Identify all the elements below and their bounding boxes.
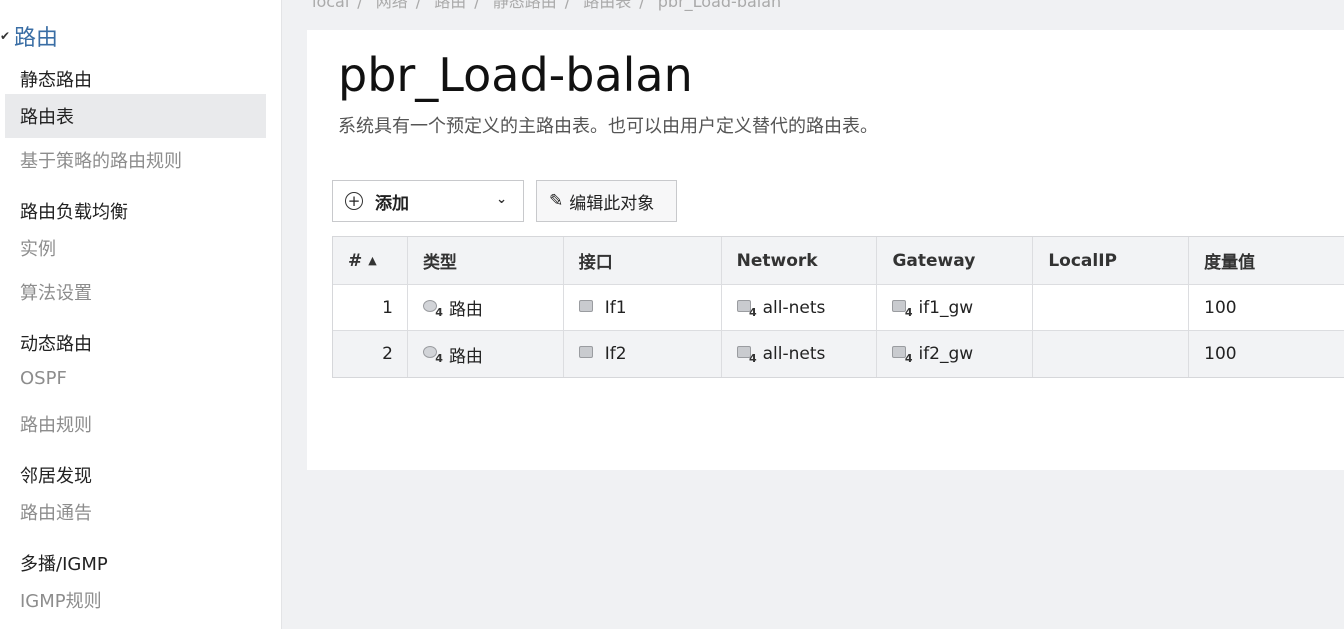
page-description: 系统具有一个预定义的主路由表。也可以由用户定义替代的路由表。 — [338, 116, 878, 137]
row-number: 1 — [333, 285, 408, 330]
row-localip — [1033, 331, 1190, 377]
row-type: 4 路由 — [408, 285, 564, 330]
route-icon: 4 — [422, 344, 445, 365]
add-button[interactable]: + 添加 ⌄ — [332, 180, 524, 222]
row-network: 4 all-nets — [722, 285, 878, 330]
sidebar-group-neighbor-discovery: 邻居发现 — [20, 466, 92, 487]
breadcrumb-separator: / — [357, 0, 363, 11]
row-number: 2 — [333, 331, 408, 377]
sidebar-item-route-advertisement[interactable]: 路由通告 — [20, 499, 92, 525]
row-gateway-label: if1_gw — [918, 297, 974, 318]
breadcrumb-item[interactable]: 路由表 — [583, 0, 631, 11]
breadcrumb-item[interactable]: 路由 — [434, 0, 466, 11]
sort-ascending-icon: ▲ — [368, 254, 377, 267]
sidebar-item-algorithm[interactable]: 算法设置 — [20, 279, 92, 305]
sidebar-item-route-table[interactable]: 路由表 — [5, 94, 266, 138]
table-row[interactable]: 1 4 路由 If1 4 all-nets 4 if1_gw 100 — [333, 285, 1344, 331]
add-button-label: 添加 — [375, 193, 409, 214]
row-network: 4 all-nets — [722, 331, 878, 377]
table-row[interactable]: 2 4 路由 If2 4 all-nets 4 if2_gw 100 — [333, 331, 1344, 377]
row-gateway: 4 if2_gw — [877, 331, 1034, 377]
network-object-icon: 4 — [736, 344, 759, 365]
sidebar-item-instances[interactable]: 实例 — [20, 235, 56, 261]
interface-icon — [578, 298, 601, 318]
row-type-label: 路由 — [448, 300, 483, 320]
row-metric: 100 — [1204, 344, 1237, 364]
edit-object-button[interactable]: ✎ 编辑此对象 — [536, 180, 677, 222]
column-header-network[interactable]: Network — [722, 237, 878, 284]
chevron-down-icon: ✔ — [0, 29, 11, 43]
sidebar: ✔ 路由 静态路由 路由表 基于策略的路由规则 路由负载均衡 实例 算法设置 动… — [0, 0, 282, 629]
routes-table: # ▲ 类型 接口 Network Gateway LocalIP 度量值 1 4… — [332, 236, 1344, 378]
sidebar-item-route-rules[interactable]: 路由规则 — [20, 411, 92, 437]
row-type: 4 路由 — [408, 331, 564, 377]
gateway-object-icon: 4 — [892, 344, 914, 365]
main-panel: pbr_Load-balan 系统具有一个预定义的主路由表。也可以由用户定义替代… — [307, 30, 1344, 470]
sidebar-item-igmp-rules[interactable]: IGMP规则 — [20, 587, 102, 613]
sidebar-item-ospf[interactable]: OSPF — [20, 368, 67, 389]
row-metric: 100 — [1204, 297, 1237, 318]
column-header-gateway[interactable]: Gateway — [877, 237, 1034, 284]
pencil-icon: ✎ — [549, 191, 564, 211]
sidebar-group-dynamic-routing: 动态路由 — [20, 334, 92, 355]
sidebar-item-policy-rules[interactable]: 基于策略的路由规则 — [20, 147, 182, 173]
row-network-label: all-nets — [762, 344, 826, 364]
network-object-icon: 4 — [736, 298, 759, 319]
column-header-metric[interactable]: 度量值 — [1189, 237, 1344, 284]
column-header-label: # — [348, 250, 363, 271]
gateway-object-icon: 4 — [892, 298, 914, 319]
row-gateway-label: if2_gw — [918, 344, 974, 364]
table-header-row: # ▲ 类型 接口 Network Gateway LocalIP 度量值 — [333, 237, 1344, 285]
sidebar-section-label: 路由 — [14, 26, 59, 51]
breadcrumb-item[interactable]: 静态路由 — [493, 0, 557, 11]
chevron-down-icon: ⌄ — [496, 192, 507, 207]
route-icon: 4 — [422, 298, 445, 319]
row-type-label: 路由 — [448, 346, 483, 367]
column-header-type[interactable]: 类型 — [408, 237, 564, 284]
breadcrumb-item[interactable]: 网络 — [376, 0, 408, 11]
sidebar-group-static-routing: 静态路由 — [20, 70, 92, 91]
row-interface-label: If2 — [604, 344, 627, 364]
row-gateway: 4 if1_gw — [877, 285, 1034, 330]
row-interface: If2 — [564, 331, 722, 377]
sidebar-group-multicast: 多播/IGMP — [20, 554, 108, 575]
column-header-localip[interactable]: LocalIP — [1033, 237, 1190, 284]
breadcrumb-current: pbr_Load-balan — [657, 0, 782, 11]
edit-button-label: 编辑此对象 — [569, 193, 655, 214]
row-network-label: all-nets — [762, 297, 826, 318]
breadcrumb-separator: / — [564, 0, 571, 11]
breadcrumb-separator: / — [639, 0, 645, 11]
sidebar-section-routing[interactable]: ✔ 路由 — [0, 20, 58, 52]
breadcrumb-separator: / — [415, 0, 422, 11]
row-localip — [1033, 285, 1190, 330]
sidebar-group-load-balancing: 路由负载均衡 — [20, 202, 128, 223]
breadcrumb-item[interactable]: local — [312, 0, 349, 11]
page-title: pbr_Load-balan — [338, 48, 693, 102]
column-header-interface[interactable]: 接口 — [564, 237, 722, 284]
plus-circle-icon: + — [345, 192, 363, 210]
breadcrumb-separator: / — [474, 0, 480, 11]
interface-icon — [578, 344, 601, 364]
breadcrumb: local / 网络 / 路由 / 静态路由 / 路由表 / pbr_Load-balan — [312, 0, 789, 12]
column-header-number[interactable]: # ▲ — [333, 237, 408, 284]
row-interface-label: If1 — [604, 297, 627, 318]
row-interface: If1 — [564, 285, 722, 330]
